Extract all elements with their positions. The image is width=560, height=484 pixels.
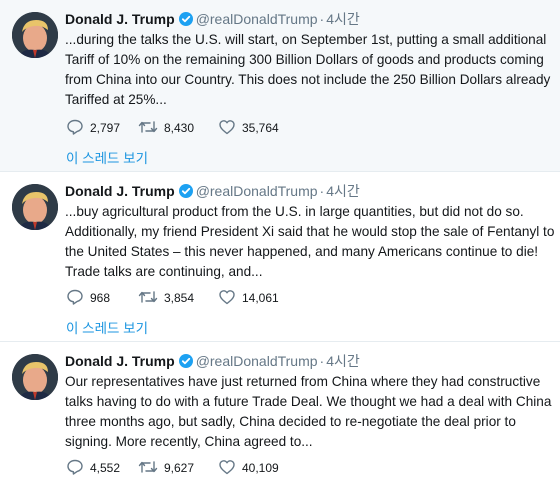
tweet-text-line: three months ago, but sadly, China decid… xyxy=(65,414,516,429)
tweet-text-line: from China into our Country. This does n… xyxy=(65,72,551,87)
tweet-text-line: Trade talks are continuing, and... xyxy=(65,264,263,279)
author-name[interactable]: Donald J. Trump xyxy=(65,353,175,369)
tweet-text-line: Our representatives have just returned f… xyxy=(65,374,541,389)
avatar[interactable] xyxy=(12,354,58,400)
reply-button[interactable]: 968 xyxy=(66,288,138,306)
author-handle[interactable]: @realDonaldTrump xyxy=(196,353,318,369)
reply-icon xyxy=(67,289,83,305)
retweet-button[interactable]: 9,627 xyxy=(138,458,218,476)
show-thread-link[interactable]: 이 스레드 보기 xyxy=(66,147,148,167)
tweet-text-line: signing. More recently, China agreed to.… xyxy=(65,434,313,449)
verified-badge-icon xyxy=(178,354,193,368)
author-name[interactable]: Donald J. Trump xyxy=(65,183,175,199)
tweet-text-line: Tariffed at 25%... xyxy=(65,92,167,107)
avatar[interactable] xyxy=(12,12,58,58)
separator: · xyxy=(319,353,325,369)
retweet-icon xyxy=(138,121,158,133)
tweet-text-line: ...buy agricultural product from the U.S… xyxy=(65,204,524,219)
like-count: 35,764 xyxy=(242,121,279,135)
tweet-actions: 2,797 8,430 35,764 xyxy=(66,118,298,136)
tweet-text-line: Additionally, my friend President Xi sai… xyxy=(65,224,555,239)
like-button[interactable]: 40,109 xyxy=(218,458,298,476)
tweet-feed: Donald J. Trump @realDonaldTrump · 4시간 ...d… xyxy=(0,0,560,484)
reply-button[interactable]: 4,552 xyxy=(66,458,138,476)
retweet-button[interactable]: 8,430 xyxy=(138,118,218,136)
retweet-count: 3,854 xyxy=(164,291,195,305)
tweet-text-line: talks having to do with a future Trade D… xyxy=(65,394,552,409)
tweet-actions: 4,552 9,627 40,109 xyxy=(66,458,298,476)
tweet[interactable]: Donald J. Trump @realDonaldTrump · 4시간 ...d… xyxy=(0,0,560,172)
reply-count: 2,797 xyxy=(90,121,121,135)
tweet-text-line: ...during the talks the U.S. will start,… xyxy=(65,32,547,47)
reply-button[interactable]: 2,797 xyxy=(66,118,138,136)
timestamp[interactable]: 4시간 xyxy=(326,11,360,27)
tweet-text: ...buy agricultural product from the U.S… xyxy=(65,202,555,282)
tweet-header: Donald J. Trump @realDonaldTrump · 4시간 xyxy=(65,182,550,200)
reply-count: 4,552 xyxy=(90,461,121,475)
retweet-count: 8,430 xyxy=(164,121,195,135)
heart-icon xyxy=(219,460,235,475)
retweet-count: 9,627 xyxy=(164,461,195,475)
author-name[interactable]: Donald J. Trump xyxy=(65,11,175,27)
author-handle[interactable]: @realDonaldTrump xyxy=(196,183,318,199)
separator: · xyxy=(319,183,325,199)
timestamp[interactable]: 4시간 xyxy=(326,353,360,369)
heart-icon xyxy=(219,120,235,135)
heart-icon xyxy=(219,290,235,305)
show-thread-link[interactable]: 이 스레드 보기 xyxy=(66,317,148,337)
tweet-text: Our representatives have just returned f… xyxy=(65,372,552,452)
avatar[interactable] xyxy=(12,184,58,230)
tweet-header: Donald J. Trump @realDonaldTrump · 4시간 xyxy=(65,352,550,370)
retweet-icon xyxy=(138,461,158,473)
retweet-button[interactable]: 3,854 xyxy=(138,288,218,306)
timestamp[interactable]: 4시간 xyxy=(326,183,360,199)
verified-badge-icon xyxy=(178,184,193,198)
verified-badge-icon xyxy=(178,12,193,26)
tweet-text-line: the United States – this never happened,… xyxy=(65,244,539,259)
tweet[interactable]: Donald J. Trump @realDonaldTrump · 4시간 ...b… xyxy=(0,172,560,342)
tweet-text: ...during the talks the U.S. will start,… xyxy=(65,30,552,110)
reply-count: 968 xyxy=(90,291,111,305)
like-button[interactable]: 14,061 xyxy=(218,288,298,306)
reply-icon xyxy=(67,119,83,135)
author-handle[interactable]: @realDonaldTrump xyxy=(196,11,318,27)
like-count: 14,061 xyxy=(242,291,279,305)
like-button[interactable]: 35,764 xyxy=(218,118,298,136)
reply-icon xyxy=(67,459,83,475)
like-count: 40,109 xyxy=(242,461,279,475)
tweet-text-line: Tariff of 10% on the remaining 300 Billi… xyxy=(65,52,544,67)
retweet-icon xyxy=(138,291,158,303)
tweet[interactable]: Donald J. Trump @realDonaldTrump · 4시간 Our … xyxy=(0,342,560,484)
tweet-actions: 968 3,854 14,061 xyxy=(66,288,298,306)
tweet-header: Donald J. Trump @realDonaldTrump · 4시간 xyxy=(65,10,550,28)
separator: · xyxy=(319,11,325,27)
